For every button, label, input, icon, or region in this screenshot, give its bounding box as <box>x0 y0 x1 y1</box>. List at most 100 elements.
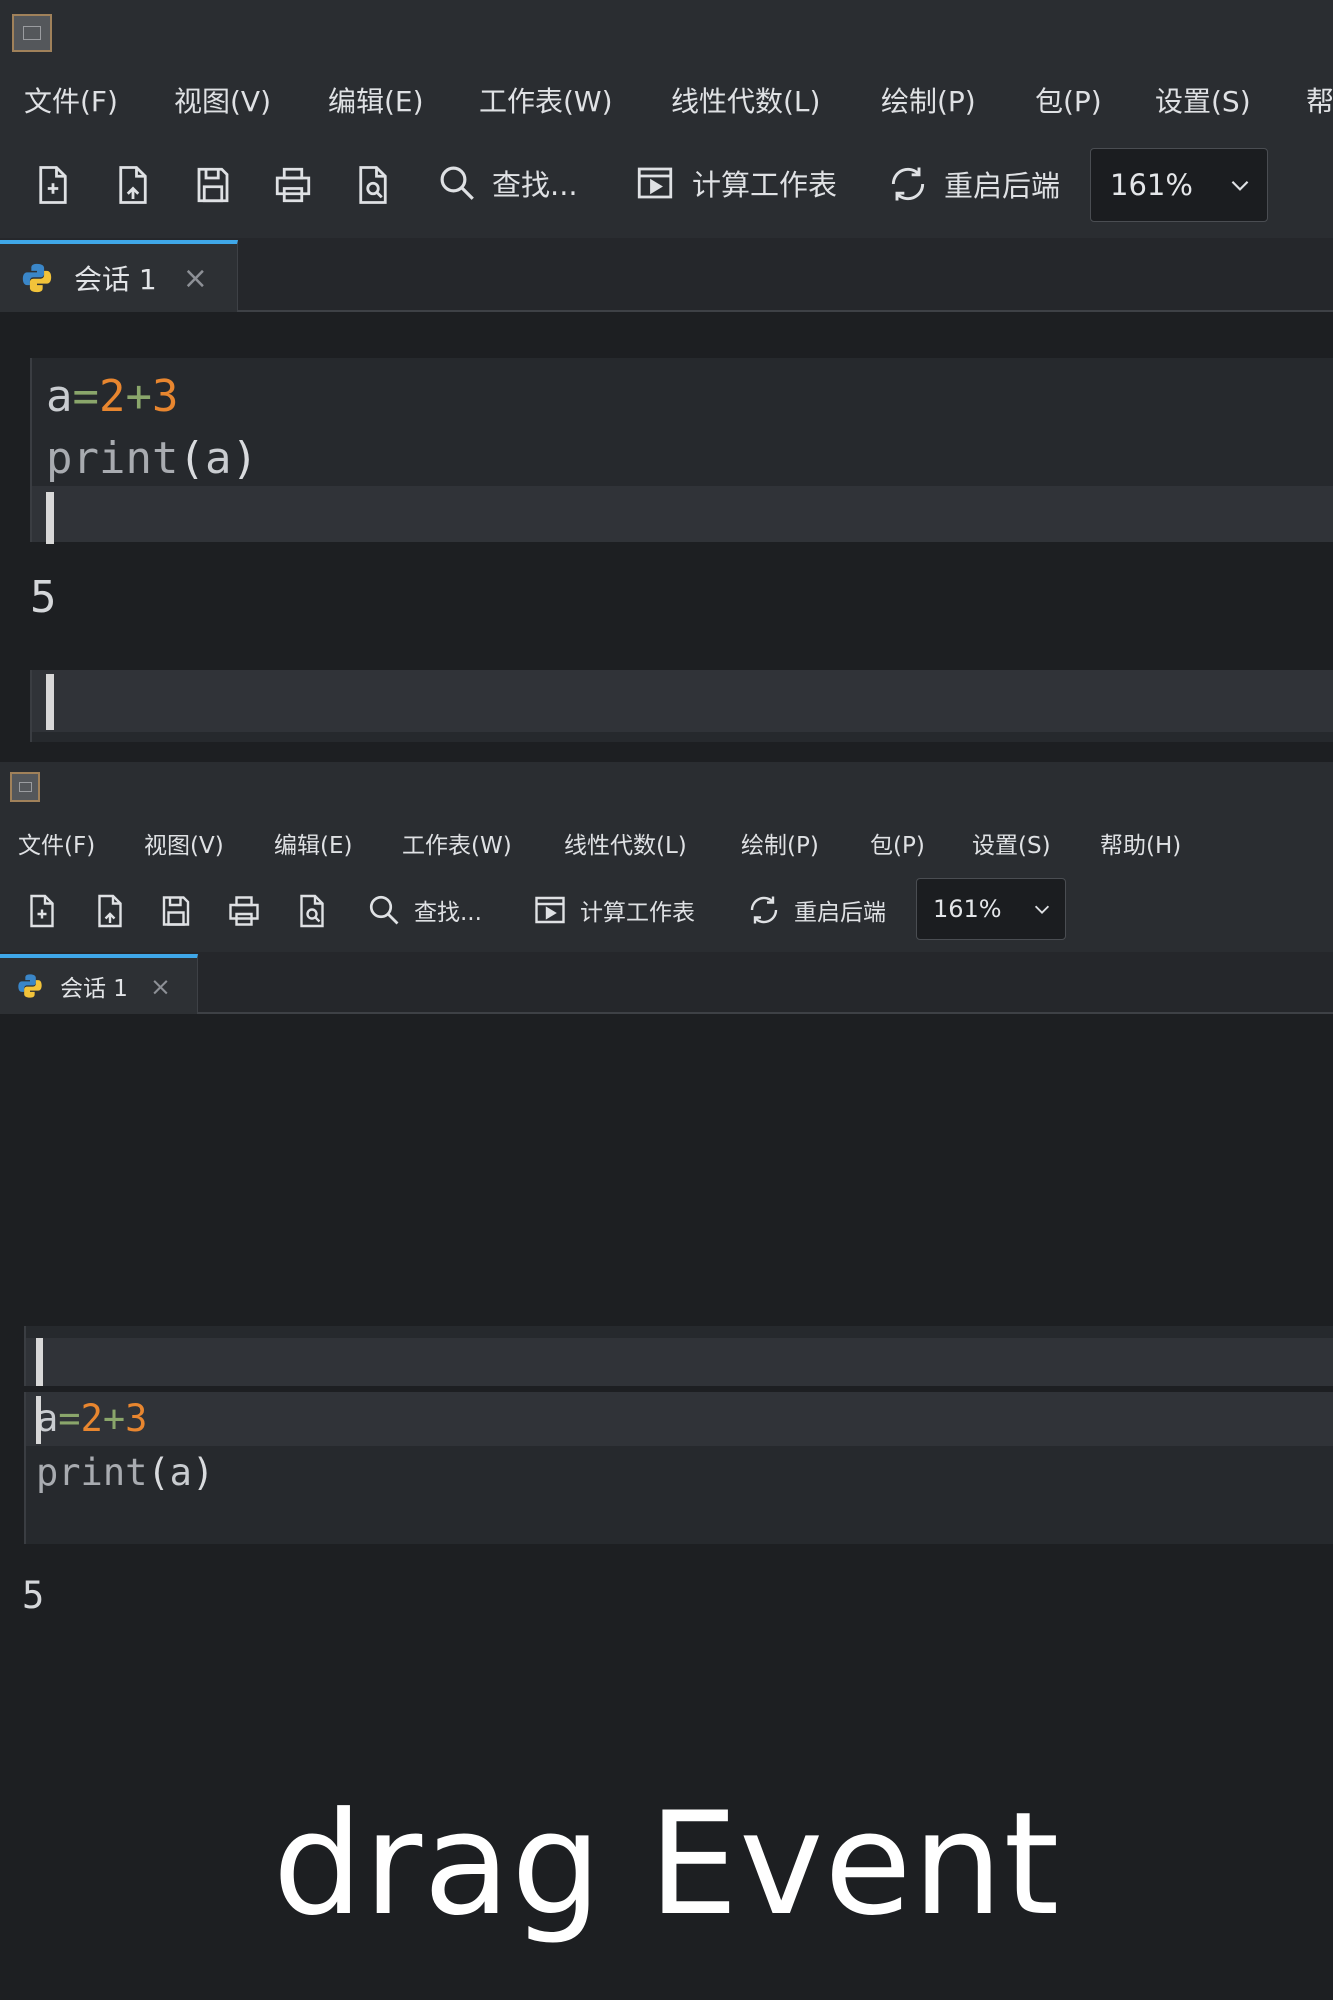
print-preview-button[interactable] <box>294 893 330 929</box>
menu-view[interactable]: 视图(V) <box>174 80 271 120</box>
text-cursor <box>46 674 54 730</box>
title-bar <box>0 0 1333 60</box>
compute-label: 计算工作表 <box>580 900 695 926</box>
caption-area: drag Event <box>0 1752 1333 2000</box>
worksheet-area[interactable]: a=2+3 print(a) 5 <box>0 312 1333 762</box>
find-button[interactable]: 查找... <box>366 892 482 928</box>
open-file-icon <box>98 894 122 928</box>
app-icon <box>12 14 52 52</box>
close-icon[interactable]: × <box>183 261 208 296</box>
close-icon[interactable]: × <box>150 972 171 1001</box>
menu-plot[interactable]: 绘制(P) <box>881 80 976 120</box>
compute-worksheet-button[interactable]: 计算工作表 <box>634 162 837 204</box>
python-icon <box>18 974 42 998</box>
current-line <box>26 1392 1333 1446</box>
menu-settings[interactable]: 设置(S) <box>1155 80 1251 120</box>
restart-icon <box>891 167 925 201</box>
open-file-button[interactable] <box>92 893 128 929</box>
print-button[interactable] <box>272 164 314 206</box>
tab-bar: 会话 1 × <box>0 952 1333 1014</box>
save-button[interactable] <box>192 164 234 206</box>
print-preview-icon <box>359 166 387 204</box>
search-icon <box>440 166 474 200</box>
code-line-2: print(a) <box>46 433 258 484</box>
search-icon <box>369 895 399 925</box>
compute-icon <box>535 896 565 924</box>
restart-label: 重启后端 <box>794 900 886 926</box>
code-cell-dragged[interactable]: a=2+3 print(a) <box>24 1392 1333 1544</box>
menu-linear-algebra[interactable]: 线性代数(L) <box>671 80 820 120</box>
empty-cell[interactable] <box>24 1326 1333 1386</box>
caption-text: drag Event <box>272 1782 1061 1947</box>
print-icon <box>275 167 311 203</box>
menu-worksheet[interactable]: 工作表(W) <box>402 826 512 860</box>
save-icon <box>162 896 190 926</box>
compute-label: 计算工作表 <box>692 168 838 202</box>
restart-backend-button[interactable]: 重启后端 <box>746 892 886 928</box>
menu-help[interactable]: 帮助(H) <box>1306 80 1333 120</box>
menu-linear-algebra[interactable]: 线性代数(L) <box>564 826 687 860</box>
print-icon <box>229 896 259 926</box>
panel-after-drag: 文件(F) 视图(V) 编辑(E) 工作表(W) 线性代数(L) 绘制(P) 包… <box>0 762 1333 1752</box>
compute-worksheet-button[interactable]: 计算工作表 <box>532 892 695 928</box>
menu-bar: 文件(F) 视图(V) 编辑(E) 工作表(W) 线性代数(L) 绘制(P) 包… <box>0 808 1333 872</box>
open-file-button[interactable] <box>112 164 154 206</box>
print-preview-icon <box>300 894 324 928</box>
text-cursor <box>46 492 54 544</box>
panel-before-drag: 文件(F) 视图(V) 编辑(E) 工作表(W) 线性代数(L) 绘制(P) 包… <box>0 0 1333 762</box>
open-file-icon <box>119 166 147 204</box>
find-button[interactable]: 查找... <box>436 162 578 204</box>
print-button[interactable] <box>226 893 262 929</box>
current-line <box>32 486 1333 542</box>
restart-backend-button[interactable]: 重启后端 <box>886 162 1060 206</box>
text-cursor <box>36 1396 41 1444</box>
save-button[interactable] <box>158 893 194 929</box>
new-file-icon <box>30 894 54 928</box>
code-line-1: a=2+3 <box>36 1397 148 1440</box>
menu-bar: 文件(F) 视图(V) 编辑(E) 工作表(W) 线性代数(L) 绘制(P) 包… <box>0 60 1333 140</box>
new-file-button[interactable] <box>24 893 60 929</box>
zoom-value: 161% <box>933 895 1002 923</box>
zoom-select[interactable]: 161% <box>916 878 1066 940</box>
zoom-value: 161% <box>1110 168 1193 202</box>
menu-worksheet[interactable]: 工作表(W) <box>479 80 613 120</box>
code-cell[interactable]: a=2+3 print(a) <box>30 358 1333 544</box>
chevron-down-icon <box>1034 905 1050 914</box>
new-file-icon <box>39 166 67 204</box>
menu-settings[interactable]: 设置(S) <box>972 826 1051 860</box>
current-line <box>26 1338 1333 1386</box>
restart-icon <box>750 896 778 924</box>
output-value: 5 <box>30 572 57 623</box>
tab-label: 会话 1 <box>60 976 128 1002</box>
find-label: 查找... <box>414 900 482 926</box>
menu-packages[interactable]: 包(P) <box>870 826 925 860</box>
print-preview-button[interactable] <box>352 164 394 206</box>
menu-packages[interactable]: 包(P) <box>1035 80 1102 120</box>
menu-edit[interactable]: 编辑(E) <box>328 80 424 120</box>
restart-label: 重启后端 <box>944 169 1061 203</box>
toolbar: 查找... 计算工作表 重启后端 161% <box>0 872 1333 954</box>
tab-bar: 会话 1 × <box>0 238 1333 312</box>
menu-plot[interactable]: 绘制(P) <box>741 826 819 860</box>
tab-session-1[interactable]: 会话 1 × <box>0 954 198 1014</box>
menu-view[interactable]: 视图(V) <box>144 826 224 860</box>
tab-session-1[interactable]: 会话 1 × <box>0 240 238 312</box>
compute-icon <box>637 167 673 199</box>
title-bar <box>0 762 1333 808</box>
tab-label: 会话 1 <box>74 263 157 296</box>
new-file-button[interactable] <box>32 164 74 206</box>
menu-file[interactable]: 文件(F) <box>18 826 95 860</box>
menu-help[interactable]: 帮助(H) <box>1100 826 1181 860</box>
chevron-down-icon <box>1231 180 1249 191</box>
zoom-select[interactable]: 161% <box>1090 148 1268 222</box>
code-line-1: a=2+3 <box>46 371 179 422</box>
menu-edit[interactable]: 编辑(E) <box>274 826 352 860</box>
python-icon <box>22 263 52 293</box>
app-icon <box>10 772 40 802</box>
menu-file[interactable]: 文件(F) <box>24 80 118 120</box>
empty-cell[interactable] <box>30 670 1333 742</box>
code-line-2: print(a) <box>36 1451 215 1494</box>
find-label: 查找... <box>492 168 578 202</box>
output-value: 5 <box>22 1574 45 1617</box>
worksheet-area[interactable]: a=2+3 print(a) 5 <box>0 1014 1333 1752</box>
